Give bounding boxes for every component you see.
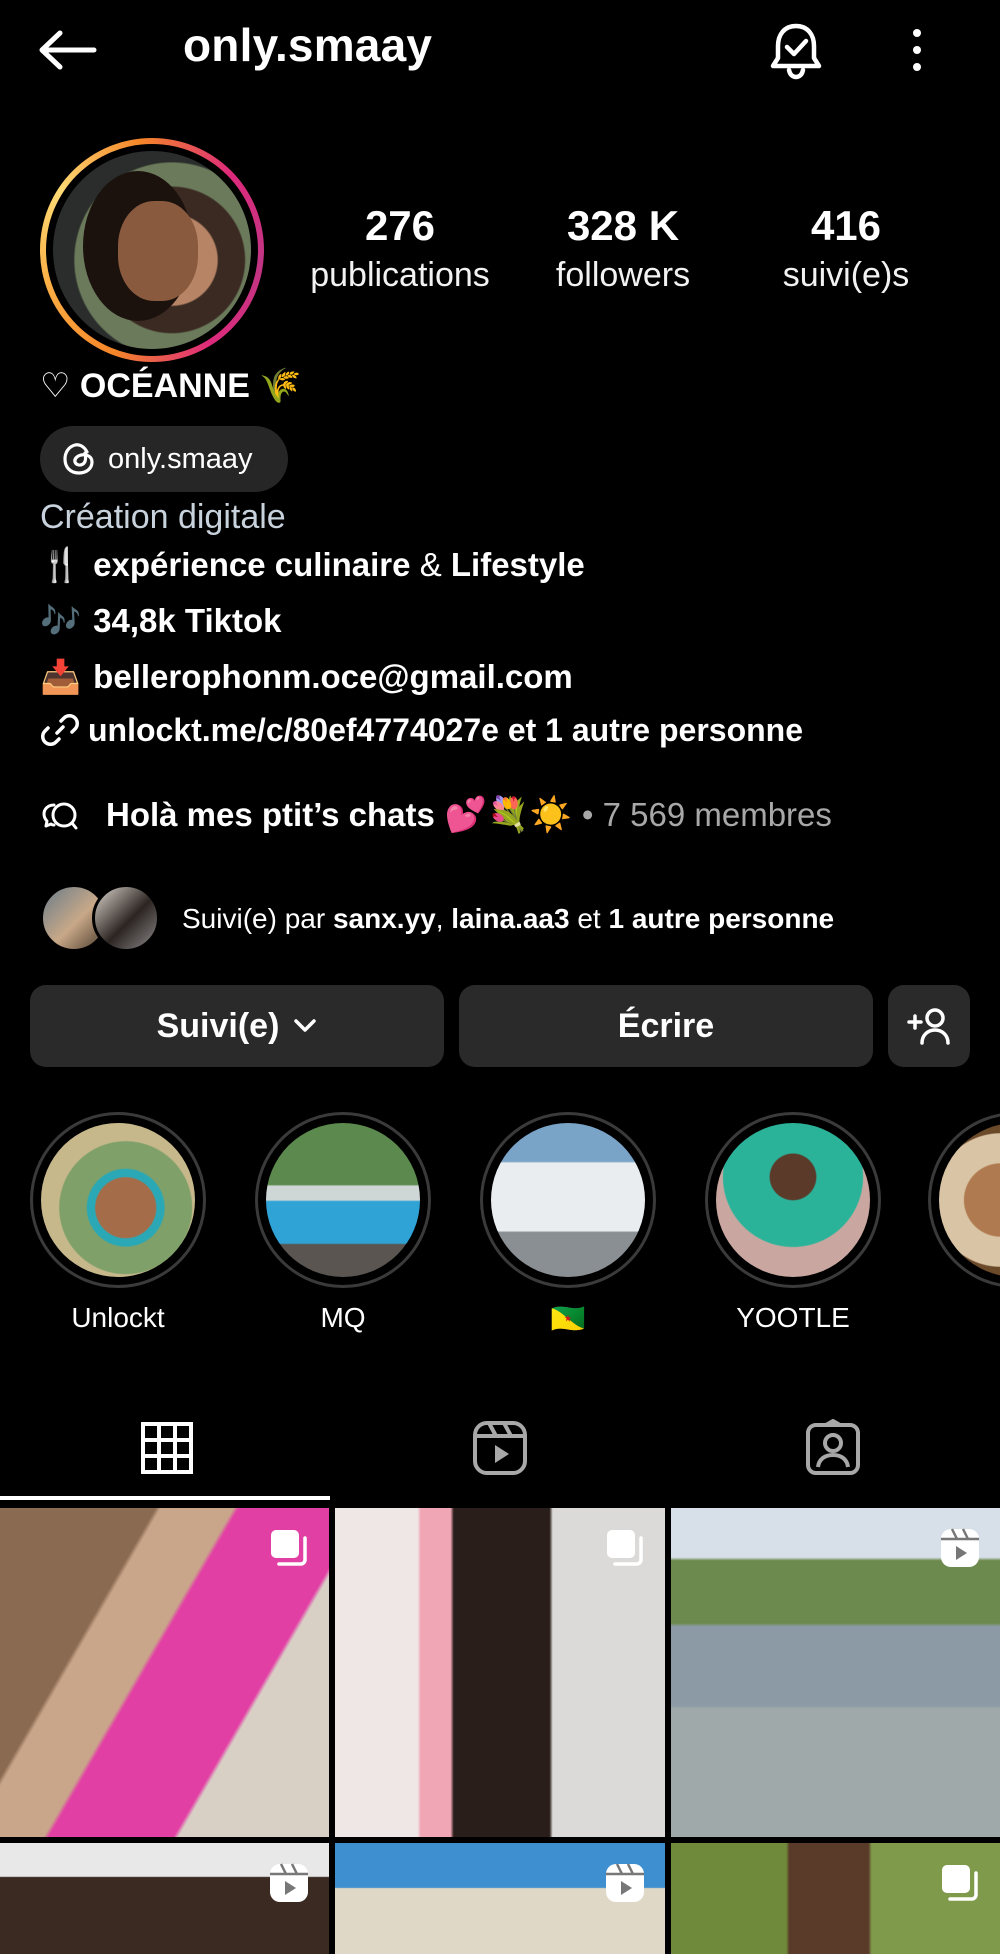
following-label: Suivi(e) bbox=[156, 1006, 280, 1045]
post-thumbnail[interactable] bbox=[0, 1508, 329, 1837]
stat-following[interactable]: 416 suivi(e)s bbox=[736, 200, 956, 298]
following-button[interactable]: Suivi(e) bbox=[30, 985, 444, 1067]
threads-icon bbox=[63, 443, 94, 475]
highlight-food[interactable] bbox=[928, 1112, 1000, 1302]
highlight-cover bbox=[939, 1123, 1000, 1277]
reels-icon bbox=[606, 1863, 644, 1902]
grid-icon bbox=[140, 1422, 193, 1474]
highlight-cover bbox=[41, 1123, 195, 1277]
reels-icon bbox=[270, 1863, 308, 1902]
tab-reels[interactable] bbox=[333, 1396, 666, 1500]
bio-line-2: 🎶 34,8k Tiktok bbox=[40, 602, 282, 639]
highlight-cover bbox=[716, 1123, 870, 1277]
profile-link-text: unlockt.me/c/80ef4774027e et 1 autre per… bbox=[88, 711, 804, 748]
highlight-label: YOOTLE bbox=[736, 1302, 850, 1333]
carousel-icon bbox=[607, 1530, 643, 1566]
profile-username-title: only.smaay bbox=[183, 19, 433, 71]
more-vertical-icon bbox=[913, 29, 921, 37]
suggested-users-button[interactable] bbox=[888, 985, 970, 1067]
profile-stats: 276 publications 328 K followers 416 sui… bbox=[290, 200, 970, 310]
post-thumbnail[interactable] bbox=[335, 1843, 665, 1954]
highlight-cover bbox=[266, 1123, 420, 1277]
carousel-icon bbox=[271, 1530, 307, 1566]
post-thumbnail[interactable] bbox=[671, 1843, 1000, 1954]
more-options-button[interactable] bbox=[897, 22, 937, 78]
stat-value: 328 K bbox=[566, 202, 680, 249]
threads-badge[interactable]: only.smaay bbox=[40, 426, 288, 492]
stat-value: 416 bbox=[810, 202, 882, 249]
stat-publications[interactable]: 276 publications bbox=[290, 200, 510, 298]
channel-name: Holà mes ptit’s chats bbox=[106, 796, 435, 833]
music-notes-icon: 🎶 bbox=[40, 602, 82, 639]
followed-by-text: Suivi(e) par sanx.yy, laina.aa3 et 1 aut… bbox=[182, 903, 835, 934]
avatar bbox=[92, 884, 160, 952]
profile-avatar bbox=[53, 151, 251, 349]
tagged-icon bbox=[805, 1419, 860, 1475]
profile-avatar-story-ring[interactable] bbox=[40, 138, 264, 362]
back-button[interactable] bbox=[38, 22, 102, 78]
post-thumbnail[interactable] bbox=[335, 1508, 665, 1837]
active-tab-indicator bbox=[0, 1496, 330, 1500]
channel-members: • 7 569 membres bbox=[581, 796, 832, 833]
stat-label: followers bbox=[555, 256, 691, 294]
highlight-label: Unlockt bbox=[71, 1302, 165, 1333]
followed-by[interactable]: Suivi(e) par sanx.yy, laina.aa3 et 1 aut… bbox=[40, 884, 834, 954]
arrow-left-icon bbox=[39, 30, 97, 70]
profile-tabs bbox=[0, 1396, 1000, 1500]
reels-icon bbox=[472, 1421, 527, 1475]
highlight-yootle[interactable]: YOOTLE bbox=[703, 1112, 883, 1334]
message-label: Écrire bbox=[617, 1006, 715, 1045]
link-icon bbox=[41, 714, 79, 746]
post-thumbnail[interactable] bbox=[671, 1508, 1000, 1837]
chevron-down-icon bbox=[294, 1019, 317, 1032]
stat-value: 276 bbox=[364, 202, 436, 249]
bio-line-3: 📥 bellerophonm.oce@gmail.com bbox=[40, 658, 573, 695]
person-add-icon bbox=[907, 1008, 950, 1045]
message-button[interactable]: Écrire bbox=[459, 985, 873, 1067]
profile-category: Création digitale bbox=[40, 498, 286, 536]
highlight-flag[interactable]: 🇬🇫 bbox=[478, 1112, 658, 1335]
notifications-button[interactable] bbox=[764, 18, 828, 82]
post-thumbnail[interactable] bbox=[0, 1843, 329, 1954]
inbox-tray-icon: 📥 bbox=[40, 658, 82, 695]
profile-link[interactable]: unlockt.me/c/80ef4774027e et 1 autre per… bbox=[40, 710, 803, 750]
bell-icon bbox=[770, 23, 822, 80]
stat-followers[interactable]: 328 K followers bbox=[513, 200, 733, 298]
stat-label: suivi(e)s bbox=[782, 256, 910, 294]
highlight-cover bbox=[491, 1123, 645, 1277]
bio-line-1: 🍴 expérience culinaire & Lifestyle bbox=[40, 546, 585, 583]
highlight-unlockt[interactable]: Unlockt bbox=[28, 1112, 208, 1334]
tab-posts-grid[interactable] bbox=[0, 1396, 333, 1500]
threads-handle: only.smaay bbox=[108, 442, 253, 475]
highlight-label: MQ bbox=[320, 1302, 366, 1333]
channel-icon bbox=[42, 802, 78, 830]
reels-icon bbox=[941, 1528, 979, 1567]
carousel-icon bbox=[942, 1865, 978, 1901]
mutual-avatars bbox=[40, 884, 160, 954]
top-bar: only.smaay bbox=[0, 0, 1000, 100]
tab-tagged[interactable] bbox=[666, 1396, 999, 1500]
fork-knife-icon: 🍴 bbox=[40, 546, 82, 583]
display-name: ♡ OCÉANNE 🌾 bbox=[40, 367, 302, 405]
highlight-mq[interactable]: MQ bbox=[253, 1112, 433, 1334]
channel-emojis: 💕💐☀️ bbox=[444, 796, 572, 834]
highlight-label: 🇬🇫 bbox=[550, 1303, 586, 1334]
stat-label: publications bbox=[310, 256, 490, 294]
broadcast-channel[interactable]: Holà mes ptit’s chats 💕💐☀️ • 7 569 membr… bbox=[40, 795, 832, 835]
